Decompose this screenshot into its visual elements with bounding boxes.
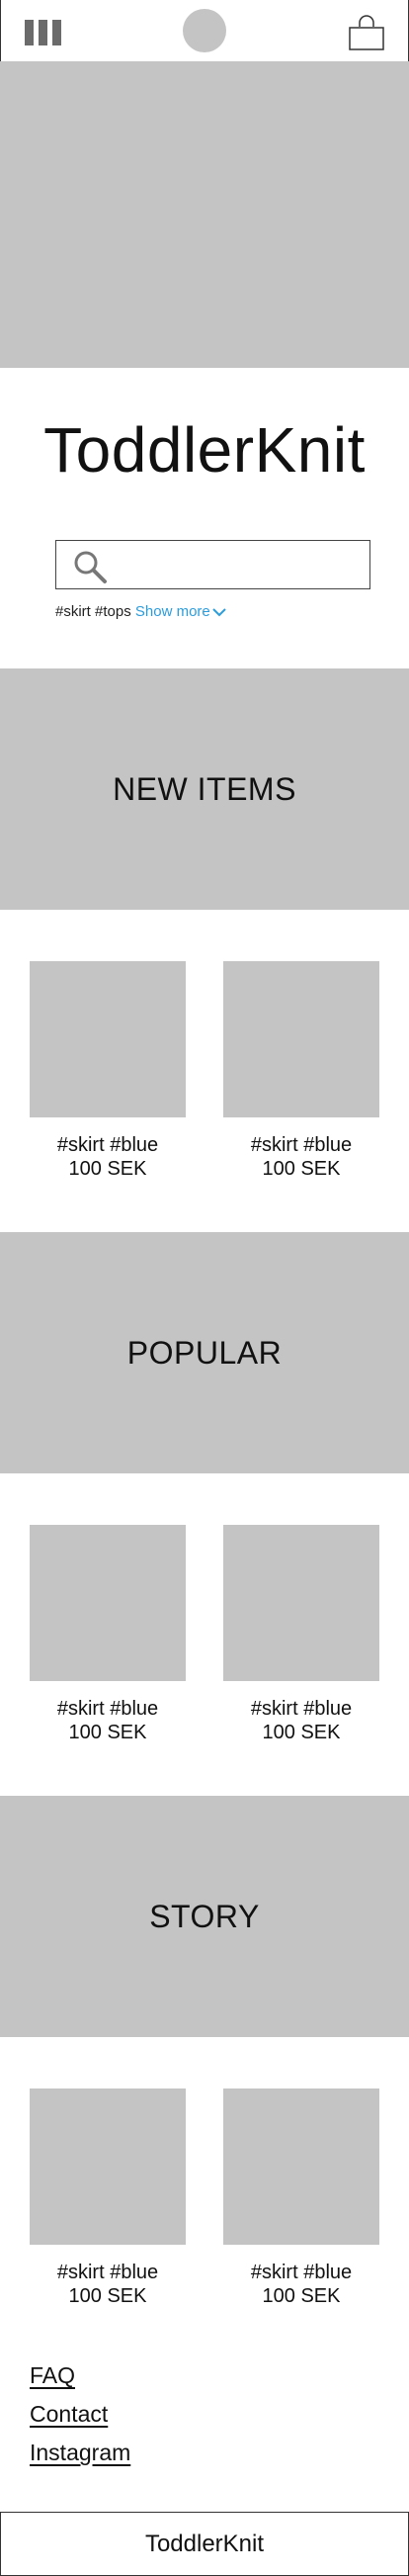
tag-link[interactable]: #tops bbox=[95, 603, 131, 620]
product-price: 100 SEK bbox=[262, 1158, 341, 1180]
product-card[interactable]: #skirt #blue 100 SEK bbox=[223, 961, 379, 1181]
product-image bbox=[223, 1525, 379, 1681]
menu-bar bbox=[52, 20, 61, 45]
product-price: 100 SEK bbox=[68, 1722, 147, 1743]
tag-suggestions: #skirt #tops Show more bbox=[55, 602, 226, 622]
faq-link[interactable]: FAQ bbox=[30, 2361, 130, 2389]
shopping-bag-icon[interactable] bbox=[347, 14, 386, 51]
top-nav-bar bbox=[0, 0, 409, 62]
product-card[interactable]: #skirt #blue 100 SEK bbox=[223, 2088, 379, 2308]
product-price: 100 SEK bbox=[262, 2285, 341, 2307]
product-card[interactable]: #skirt #blue 100 SEK bbox=[30, 1525, 186, 1744]
product-image bbox=[30, 961, 186, 1117]
product-tags: #skirt #blue bbox=[250, 1134, 353, 1156]
brand-title: ToddlerKnit bbox=[43, 414, 366, 486]
product-price: 100 SEK bbox=[68, 2285, 147, 2307]
contact-link[interactable]: Contact bbox=[30, 2400, 130, 2428]
menu-bar bbox=[25, 20, 34, 45]
product-price: 100 SEK bbox=[68, 1158, 147, 1180]
product-image bbox=[30, 2088, 186, 2245]
show-more-label: Show more bbox=[134, 603, 210, 620]
footer-bar: ToddlerKnit bbox=[0, 2512, 409, 2576]
product-tags: #skirt #blue bbox=[250, 2262, 353, 2283]
product-tags: #skirt #blue bbox=[56, 1134, 159, 1156]
product-card[interactable]: #skirt #blue 100 SEK bbox=[30, 961, 186, 1181]
footer-links: FAQ Contact Instagram bbox=[30, 2361, 130, 2477]
menu-icon[interactable] bbox=[25, 20, 62, 45]
section-banner-popular[interactable]: POPULAR bbox=[0, 1232, 409, 1473]
product-tags: #skirt #blue bbox=[56, 1698, 159, 1720]
footer-brand: ToddlerKnit bbox=[144, 2530, 265, 2557]
search-icon bbox=[74, 551, 107, 583]
chevron-down-icon bbox=[212, 608, 226, 617]
tag-link[interactable]: #skirt bbox=[55, 603, 91, 620]
product-card[interactable]: #skirt #blue 100 SEK bbox=[30, 2088, 186, 2308]
search-field[interactable] bbox=[55, 540, 370, 589]
logo-circle[interactable] bbox=[183, 9, 226, 52]
show-more-link[interactable]: Show more bbox=[135, 603, 226, 620]
product-card[interactable]: #skirt #blue 100 SEK bbox=[223, 1525, 379, 1744]
product-tags: #skirt #blue bbox=[56, 2262, 159, 2283]
section-banner-new-items[interactable]: NEW ITEMS bbox=[0, 668, 409, 910]
product-tags: #skirt #blue bbox=[250, 1698, 353, 1720]
product-image bbox=[223, 2088, 379, 2245]
instagram-link[interactable]: Instagram bbox=[30, 2439, 130, 2466]
menu-bar bbox=[39, 20, 47, 45]
product-image bbox=[223, 961, 379, 1117]
search-input[interactable] bbox=[116, 549, 362, 582]
product-price: 100 SEK bbox=[262, 1722, 341, 1743]
hero-image bbox=[0, 61, 409, 368]
section-banner-story[interactable]: STORY bbox=[0, 1796, 409, 2037]
product-image bbox=[30, 1525, 186, 1681]
